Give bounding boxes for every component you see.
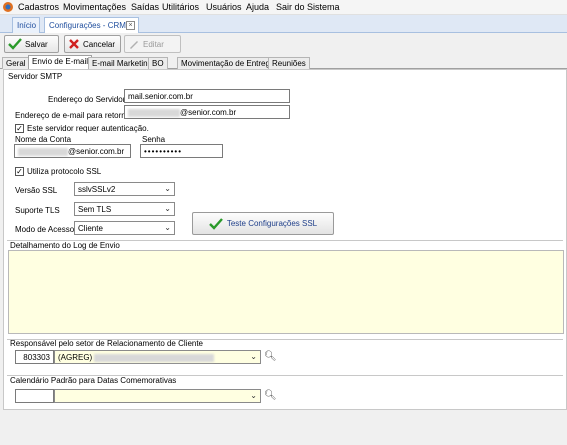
app-logo-icon [3, 2, 13, 12]
edit-pencil-icon [130, 41, 138, 49]
test-ssl-label: Teste Configurações SSL [226, 219, 318, 228]
search-icon[interactable]: 🔍︎ [264, 390, 277, 401]
save-label: Salvar [25, 39, 48, 49]
chevron-down-icon: ⌄ [164, 204, 171, 213]
log-textarea[interactable] [8, 250, 564, 334]
tab-movimentacao-entrega[interactable]: Movimentação de Entrega [177, 57, 279, 69]
calendario-section-title: Calendário Padrão para Datas Comemorativ… [10, 376, 177, 385]
tab-bo[interactable]: BO [148, 57, 168, 69]
tab-geral[interactable]: Geral [2, 57, 30, 69]
return-email-suffix: @senior.com.br [180, 108, 237, 117]
search-icon[interactable]: 🔍︎ [264, 351, 277, 362]
account-input[interactable]: @senior.com.br [14, 144, 131, 158]
menu-movimentacoes[interactable]: Movimentações [63, 2, 126, 12]
redacted-text [18, 147, 68, 156]
tab-inicio[interactable]: Início [12, 17, 40, 33]
access-mode-label: Modo de Acesso [15, 225, 75, 234]
menu-bar: Cadastros Movimentações Saídas Utilitári… [0, 0, 567, 15]
return-email-label: Endereço de e-mail para retorno [15, 111, 131, 120]
tls-label: Suporte TLS [15, 206, 60, 215]
redacted-text [94, 353, 215, 362]
account-label: Nome da Conta [15, 135, 72, 144]
menu-saidas[interactable]: Saídas [131, 2, 159, 12]
close-tab-icon[interactable]: × [126, 21, 135, 30]
cancel-label: Cancelar [83, 39, 116, 49]
tab-envio-email[interactable]: Envio de E-mail [28, 55, 93, 70]
server-input[interactable]: mail.senior.com.br [124, 89, 290, 103]
responsavel-section-title: Responsável pelo setor de Relacionamento… [10, 339, 204, 348]
password-input[interactable]: •••••••••• [140, 144, 223, 158]
tab-email-marketing[interactable]: E-mail Marketing [88, 57, 157, 69]
save-button[interactable]: Salvar [4, 35, 59, 53]
ssl-version-label: Versão SSL [15, 186, 58, 195]
ssl-label: Utiliza protocolo SSL [27, 167, 102, 176]
menu-utilitarios[interactable]: Utilitários [162, 2, 199, 12]
server-label: Endereço do Servidor [48, 95, 126, 104]
test-ssl-button[interactable]: Teste Configurações SSL [192, 212, 334, 235]
chevron-down-icon: ⌄ [164, 223, 171, 232]
chevron-down-icon: ⌄ [250, 352, 257, 361]
calendario-code-input[interactable] [15, 389, 54, 403]
tls-select[interactable]: Sem TLS ⌄ [74, 202, 175, 216]
checkmark-icon [8, 38, 22, 50]
tab-label: Configurações - CRM [49, 21, 126, 30]
menu-usuarios[interactable]: Usuários [206, 2, 242, 12]
menu-ajuda[interactable]: Ajuda [246, 2, 269, 12]
password-label: Senha [142, 135, 166, 144]
tab-configuracoes-crm[interactable]: Configurações - CRM × [44, 17, 139, 33]
access-mode-select[interactable]: Cliente ⌄ [74, 221, 175, 235]
return-email-input[interactable]: @senior.com.br [124, 105, 290, 119]
ssl-checkbox[interactable]: ✓ [15, 167, 24, 176]
tls-value: Sem TLS [78, 205, 112, 214]
chevron-down-icon: ⌄ [250, 391, 257, 400]
calendario-select[interactable]: ⌄ [54, 389, 261, 403]
auth-label: Este servidor requer autenticação. [27, 124, 149, 133]
document-tabs: Início Configurações - CRM × [0, 15, 567, 33]
menu-cadastros[interactable]: Cadastros [18, 2, 59, 12]
access-mode-value: Cliente [78, 224, 103, 233]
cancel-button[interactable]: Cancelar [64, 35, 121, 53]
responsavel-prefix: (AGREG) [58, 353, 93, 362]
auth-checkbox[interactable]: ✓ [15, 124, 24, 133]
page-tabs: Geral Envio de E-mail E-mail Marketing B… [0, 55, 567, 70]
smtp-section-title: Servidor SMTP [8, 72, 63, 81]
tab-reunioes[interactable]: Reuniões [268, 57, 310, 69]
redacted-text [128, 108, 180, 117]
cancel-x-icon [69, 39, 79, 49]
ssl-version-value: sslvSSLv2 [78, 185, 116, 194]
menu-sair[interactable]: Sair do Sistema [276, 2, 340, 12]
ssl-version-select[interactable]: sslvSSLv2 ⌄ [74, 182, 175, 196]
account-suffix: @senior.com.br [68, 147, 125, 156]
toolbar: Salvar Cancelar Editar [0, 33, 567, 55]
checkmark-icon [209, 217, 223, 230]
responsavel-select[interactable]: (AGREG) ⌄ [54, 350, 261, 364]
chevron-down-icon: ⌄ [164, 184, 171, 193]
edit-button[interactable]: Editar [124, 35, 181, 53]
edit-label: Editar [143, 39, 164, 49]
responsavel-code-input[interactable]: 803303 [15, 350, 54, 364]
log-section-title: Detalhamento do Log de Envio [10, 241, 120, 250]
